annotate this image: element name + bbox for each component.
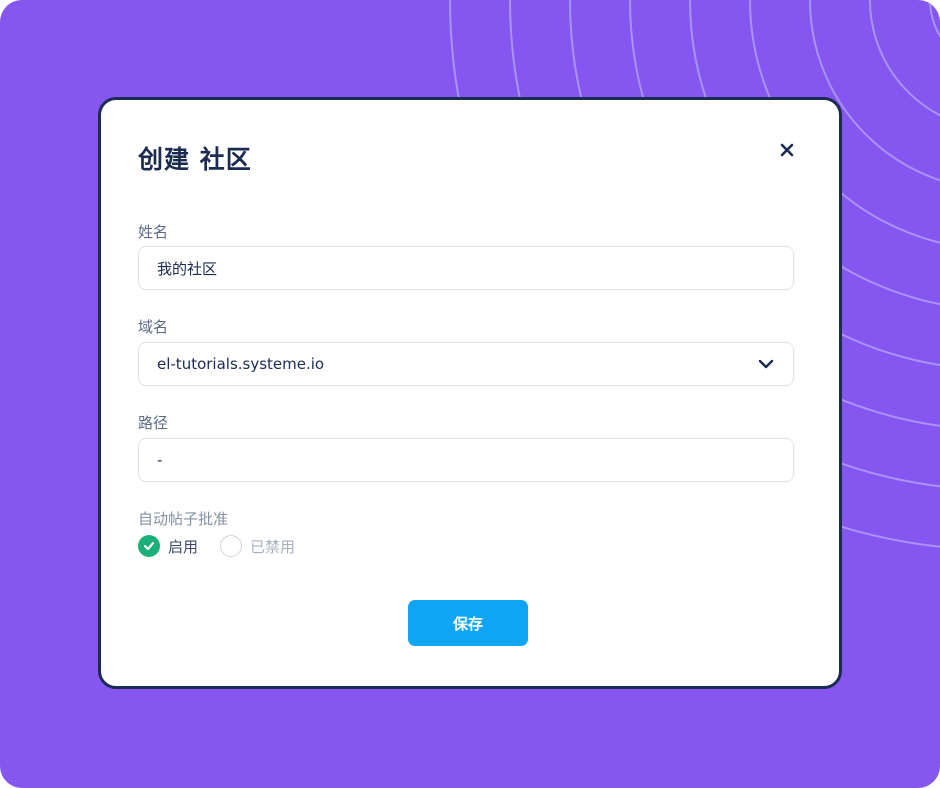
close-icon bbox=[780, 143, 794, 157]
radio-enabled-label: 启用 bbox=[168, 537, 199, 556]
check-circle-icon bbox=[138, 535, 160, 557]
page-background: 创建 社区 姓名 域名 el-tutorials.systeme.io 路径 自… bbox=[0, 0, 940, 788]
radio-enabled[interactable]: 启用 bbox=[138, 535, 198, 557]
auto-approve-label: 自动帖子批准 bbox=[138, 510, 229, 528]
chevron-down-icon bbox=[758, 359, 774, 369]
path-input[interactable] bbox=[138, 438, 794, 482]
path-label: 路径 bbox=[138, 414, 169, 432]
domain-label: 域名 bbox=[138, 318, 169, 336]
name-label: 姓名 bbox=[138, 223, 169, 241]
close-button[interactable] bbox=[775, 138, 799, 162]
create-community-modal: 创建 社区 姓名 域名 el-tutorials.systeme.io 路径 自… bbox=[98, 97, 842, 689]
auto-approve-options: 启用 已禁用 bbox=[138, 534, 317, 558]
domain-select[interactable]: el-tutorials.systeme.io bbox=[138, 342, 794, 386]
radio-disabled-label: 已禁用 bbox=[250, 537, 296, 556]
modal-title: 创建 社区 bbox=[138, 145, 252, 174]
empty-circle-icon bbox=[220, 535, 243, 557]
radio-disabled[interactable]: 已禁用 bbox=[220, 535, 295, 557]
name-input[interactable] bbox=[138, 246, 794, 290]
domain-value: el-tutorials.systeme.io bbox=[157, 355, 325, 373]
save-button[interactable]: 保存 bbox=[408, 600, 528, 646]
